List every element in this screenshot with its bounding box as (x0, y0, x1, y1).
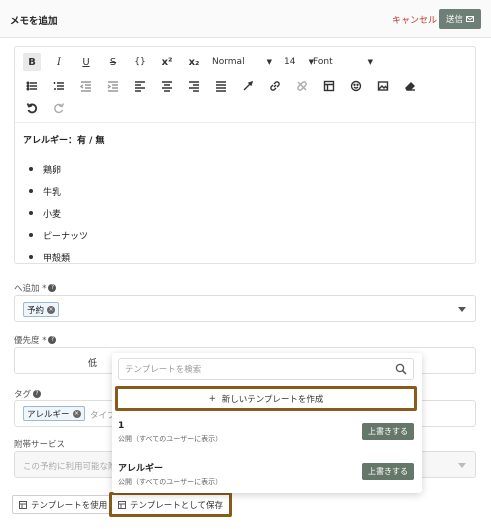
image-icon[interactable] (374, 77, 392, 95)
emoji-icon[interactable] (347, 77, 365, 95)
priority-value: 低 (88, 359, 98, 369)
undo-icon[interactable] (23, 99, 41, 117)
template-item[interactable]: 1 公開（すべてのユーザーに表示） 上書きする (118, 421, 414, 444)
help-icon: ? (33, 390, 42, 398)
template-item[interactable]: アレルギー 公開（すべてのユーザーに表示） 上書きする (118, 461, 414, 487)
template-icon (19, 500, 27, 509)
italic-icon[interactable]: I (50, 53, 68, 71)
underline-icon[interactable]: U (77, 53, 95, 71)
overwrite-button[interactable]: 上書きする (362, 463, 414, 480)
add-to-label-text: へ追加 * (14, 284, 47, 294)
modal-title: メモを追加 (10, 16, 58, 27)
format-select[interactable]: Normal ▼ (212, 55, 272, 69)
help-icon: ? (48, 284, 57, 292)
overwrite-button[interactable]: 上書きする (362, 423, 414, 440)
help-icon: ? (48, 336, 57, 344)
editor-content[interactable]: アレルギー：有 / 無 鶏卵 牛乳 小麦 ピーナッツ 甲殻類 (23, 133, 105, 268)
chip-remove-icon[interactable]: × (47, 305, 56, 314)
list-item: 小麦 (23, 202, 105, 224)
template-icon (118, 500, 126, 509)
allergy-list: 鶏卵 牛乳 小麦 ピーナッツ 甲殻類 (23, 158, 105, 268)
strikethrough-icon[interactable]: S (104, 53, 122, 71)
align-left-icon[interactable] (131, 77, 149, 95)
chevron-down-icon (458, 307, 466, 312)
chevron-down-icon (458, 463, 466, 468)
font-select-value: Font (313, 57, 333, 67)
memo-editor: B I U S {} x² x₂ Normal ▼ 14 ▼ Font ▼ アレルギー… (14, 46, 476, 264)
editor-toolbar: B I U S {} x² x₂ Normal ▼ 14 ▼ Font ▼ (15, 47, 475, 123)
use-template-button[interactable]: テンプレートを使用 (12, 495, 115, 514)
size-select[interactable]: 14 ▼ (284, 55, 314, 69)
send-button[interactable]: 送信 (439, 9, 481, 29)
send-label: 送信 (445, 15, 463, 25)
tag-chip-label: アレルギー (27, 409, 70, 420)
add-to-select[interactable]: 予約 × (14, 295, 476, 322)
template-search-placeholder: テンプレートを検索 (125, 365, 202, 375)
bold-icon[interactable]: B (23, 53, 41, 71)
cancel-button[interactable]: キャンセル (392, 13, 437, 26)
tags-label: タグ? (14, 388, 42, 400)
text-color-icon[interactable] (239, 77, 257, 95)
add-to-chip: 予約 × (23, 302, 60, 317)
chevron-down-icon: ▼ (367, 58, 373, 66)
superscript-icon[interactable]: x² (158, 53, 176, 71)
size-select-value: 14 (284, 57, 296, 67)
align-justify-icon[interactable] (212, 77, 230, 95)
eraser-icon[interactable] (401, 77, 419, 95)
content-heading: アレルギー：有 / 無 (23, 136, 105, 146)
add-to-chip-label: 予約 (27, 305, 45, 316)
create-template-button[interactable]: + 新しいテンプレートを作成 (115, 386, 417, 411)
priority-label: 優先度 *? (14, 334, 57, 346)
template-dropdown: テンプレートを検索 + 新しいテンプレートを作成 1 公開（すべてのユーザーに表… (112, 353, 422, 493)
template-search-input[interactable]: テンプレートを検索 (118, 358, 414, 380)
unlink-icon[interactable] (293, 77, 311, 95)
align-right-icon[interactable] (185, 77, 203, 95)
subscript-icon[interactable]: x₂ (185, 53, 203, 71)
redo-icon[interactable] (50, 99, 68, 117)
use-template-label: テンプレートを使用 (31, 500, 108, 511)
search-icon (395, 363, 407, 375)
chip-remove-icon[interactable]: × (72, 409, 81, 418)
indent-icon[interactable] (104, 77, 122, 95)
list-item: 甲殻類 (23, 246, 105, 268)
outdent-icon[interactable] (77, 77, 95, 95)
format-select-value: Normal (212, 57, 245, 67)
link-icon[interactable] (266, 77, 284, 95)
list-item: 鶏卵 (23, 158, 105, 180)
save-template-label: テンプレートとして保存 (130, 500, 223, 511)
modal-header: メモを追加 キャンセル 送信 (0, 0, 491, 38)
list-item: 牛乳 (23, 180, 105, 202)
plus-icon: + (208, 393, 216, 404)
list-item: ピーナッツ (23, 224, 105, 246)
save-template-button[interactable]: テンプレートとして保存 (109, 492, 232, 517)
bullet-list-icon[interactable] (23, 77, 41, 95)
chevron-down-icon: ▼ (266, 58, 272, 66)
add-to-label: へ追加 *? (14, 282, 57, 294)
create-template-label: 新しいテンプレートを作成 (221, 394, 324, 405)
paid-service-label: 附帯サービス (14, 438, 65, 450)
font-select[interactable]: Font ▼ (313, 55, 373, 69)
table-icon[interactable] (320, 77, 338, 95)
priority-label-text: 優先度 * (14, 336, 47, 346)
paid-service-placeholder: この予約に利用可能な附 (23, 462, 117, 472)
code-icon[interactable]: {} (131, 53, 149, 71)
tag-chip: アレルギー × (23, 406, 85, 421)
align-center-icon[interactable] (158, 77, 176, 95)
numbered-list-icon[interactable] (50, 77, 68, 95)
send-icon (466, 16, 474, 22)
paid-service-label-text: 附帯サービス (14, 440, 66, 450)
tags-label-text: タグ (14, 390, 32, 400)
